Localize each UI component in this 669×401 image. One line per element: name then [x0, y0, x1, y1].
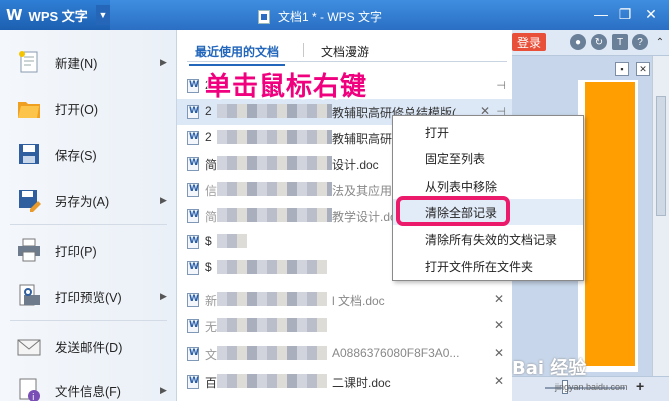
submenu-arrow-icon: ▶ [160, 290, 167, 301]
word-file-icon [187, 105, 199, 119]
open-folder-icon [18, 102, 40, 118]
app-menu: 新建(N) ▶ 打开(O) 保存(S) 另存为(A) ▶ 打印(P) 打印预览(… [0, 30, 177, 401]
menu-item-file-info[interactable]: i 文件信息(F) ▶ [0, 368, 177, 401]
blurred-filename [217, 346, 327, 360]
login-button[interactable]: 登录 [512, 33, 546, 51]
ctx-pin-to-list[interactable]: 固定至列表 [393, 145, 583, 171]
collapse-ribbon-icon[interactable]: ⌃ [652, 34, 668, 50]
panel-toggle-icon[interactable]: ▪ [615, 62, 629, 76]
blurred-filename [217, 104, 332, 118]
word-file-icon [187, 261, 199, 275]
save-as-icon [19, 190, 41, 212]
window-title: 文档1 * - WPS 文字 [258, 8, 382, 25]
ctx-clear-invalid-records[interactable]: 清除所有失效的文档记录 [393, 226, 583, 252]
recent-file-row[interactable]: 文 A0886376080F8F3A0... ✕ [177, 341, 512, 367]
file-info-icon: i [19, 378, 40, 401]
baidu-watermark-url: jingyan.baidu.com [555, 382, 628, 392]
blurred-filename [217, 374, 327, 388]
menu-item-save[interactable]: 保存(S) [0, 132, 177, 176]
recent-file-row[interactable]: 新 l 文档.doc ✕ [177, 287, 512, 313]
annotation-right-click: 单击鼠标右键 [205, 72, 368, 102]
baidu-watermark-logo: Bai 经验 [512, 358, 587, 379]
word-file-icon [187, 131, 199, 145]
ctx-open[interactable]: 打开 [393, 119, 583, 145]
submenu-arrow-icon: ▶ [160, 194, 167, 205]
mail-icon [17, 339, 41, 356]
print-preview-icon [19, 284, 40, 306]
refresh-icon[interactable]: ↻ [591, 34, 607, 50]
recent-tabs: 最近使用的文档 文档漫游 [187, 40, 507, 66]
ctx-open-containing-folder[interactable]: 打开文件所在文件夹 [393, 253, 583, 279]
app-menu-dropdown-icon[interactable]: ▼ [96, 5, 110, 25]
blurred-filename [217, 260, 327, 274]
new-doc-icon [19, 51, 38, 73]
blurred-filename [217, 208, 332, 222]
menu-divider [10, 224, 167, 225]
document-icon [258, 9, 270, 24]
submenu-arrow-icon: ▶ [160, 56, 167, 67]
submenu-arrow-icon: ▶ [160, 384, 167, 395]
blurred-filename [217, 156, 332, 170]
tab-recent-docs[interactable]: 最近使用的文档 [188, 43, 286, 66]
word-file-icon [187, 79, 199, 93]
skin-icon[interactable]: ● [570, 34, 586, 50]
blurred-filename [217, 234, 247, 248]
document-image [585, 82, 635, 366]
tab-divider [303, 43, 304, 57]
recent-file-row[interactable]: 无 ✕ [177, 313, 512, 339]
tab-doc-roaming[interactable]: 文档漫游 [321, 43, 369, 60]
recent-file-row[interactable]: 百 二课时.doc ✕ [177, 369, 512, 395]
maximize-button[interactable]: ❐ [614, 4, 636, 24]
vertical-scrollbar[interactable] [652, 56, 669, 376]
svg-text:i: i [32, 393, 35, 401]
blurred-filename [217, 292, 327, 306]
blurred-filename [217, 318, 327, 332]
menu-item-save-as[interactable]: 另存为(A) ▶ [0, 178, 177, 222]
menu-item-new[interactable]: 新建(N) ▶ [0, 40, 177, 84]
menu-item-print[interactable]: 打印(P) [0, 228, 177, 272]
printer-icon [18, 238, 40, 262]
minimize-button[interactable]: — [590, 4, 612, 24]
word-file-icon [187, 319, 199, 333]
blurred-filename [217, 130, 332, 144]
remove-icon[interactable]: ✕ [494, 292, 504, 306]
save-icon [19, 144, 39, 164]
word-file-icon [187, 375, 199, 389]
word-file-icon [187, 347, 199, 361]
wps-logo-icon: W [6, 6, 23, 24]
word-file-icon [187, 209, 199, 223]
app-name: WPS 文字 [28, 8, 88, 24]
word-file-icon [187, 157, 199, 171]
remove-icon[interactable]: ✕ [494, 318, 504, 332]
panel-close-icon[interactable]: ✕ [636, 62, 650, 76]
menu-item-print-preview[interactable]: 打印预览(V) ▶ [0, 274, 177, 318]
word-file-icon [187, 293, 199, 307]
word-file-icon [187, 183, 199, 197]
remove-icon[interactable]: ✕ [494, 374, 504, 388]
blurred-filename [217, 182, 332, 196]
zoom-in-icon[interactable]: + [636, 378, 644, 394]
menu-divider [10, 320, 167, 321]
highlight-box [396, 196, 510, 226]
help-icon[interactable]: ? [632, 34, 648, 50]
pin-icon[interactable]: ⊣ [496, 79, 506, 92]
close-button[interactable]: ✕ [640, 4, 662, 24]
shirt-icon[interactable]: T [612, 34, 628, 50]
scrollbar-thumb[interactable] [656, 96, 666, 216]
wps-app-menu-button[interactable]: W WPS 文字 ▼ [0, 0, 110, 30]
menu-item-send-mail[interactable]: 发送邮件(D) [0, 324, 177, 368]
remove-icon[interactable]: ✕ [494, 346, 504, 360]
menu-item-open[interactable]: 打开(O) [0, 86, 177, 130]
word-file-icon [187, 235, 199, 249]
